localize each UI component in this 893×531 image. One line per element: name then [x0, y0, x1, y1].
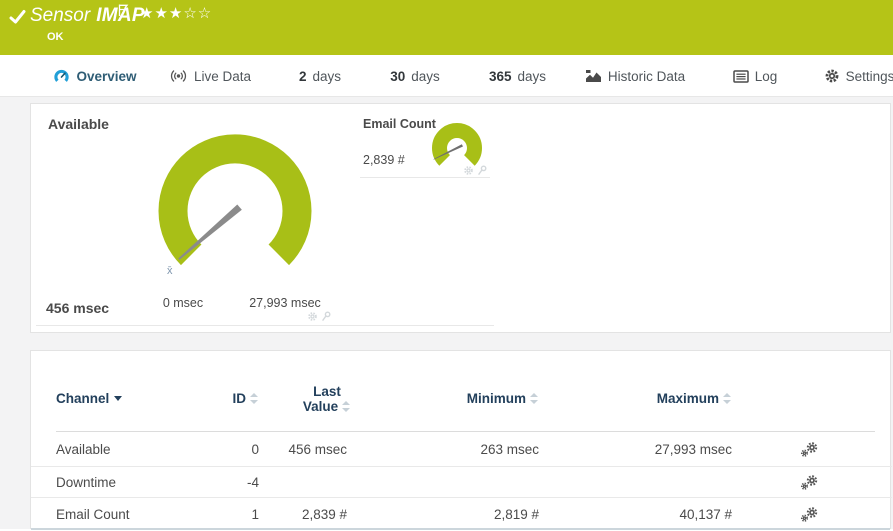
tab-label: Live Data — [193, 68, 252, 84]
tab-label: days — [517, 68, 547, 84]
tab-log[interactable]: Log — [720, 55, 790, 97]
maximum-cell: 27,993 msec — [654, 441, 732, 457]
log-icon — [732, 69, 749, 83]
channel-settings-button[interactable] — [789, 467, 829, 497]
tab-label: days — [312, 68, 342, 84]
last-value-cell: 2,839 # — [301, 507, 347, 522]
gauge-icon — [54, 69, 70, 82]
column-header-channel[interactable]: Channel — [56, 391, 123, 406]
flag-icon[interactable] — [118, 4, 129, 17]
column-header-id[interactable]: ID — [181, 391, 259, 406]
gauge-available-label: Available — [48, 116, 109, 132]
status-ok-check-icon — [9, 10, 26, 24]
status-badge: OK — [47, 31, 64, 43]
tab-365-days[interactable]: 365 days — [475, 55, 560, 97]
tab-historic-data[interactable]: Historic Data — [570, 55, 700, 97]
historic-data-icon — [585, 70, 601, 82]
minimum-cell — [421, 467, 539, 497]
tab-overview[interactable]: Overview — [30, 55, 160, 97]
tab-settings[interactable]: Settings — [820, 55, 893, 97]
average-marker: x̄ — [167, 265, 173, 277]
column-header-label: Maximum — [656, 391, 719, 406]
column-header-maximum[interactable]: Maximum — [613, 391, 732, 406]
tab-label: days — [411, 68, 440, 84]
column-header-label: Last — [313, 384, 341, 399]
gauge-email-count-value: 2,839 # — [363, 153, 405, 167]
tab-label: Historic Data — [607, 68, 686, 84]
tab-bar: Overview Live Data 2 days 30 days 365 da… — [0, 55, 893, 152]
live-data-icon — [170, 70, 186, 82]
gauge-email-count-label: Email Count — [363, 117, 436, 131]
tab-30-days[interactable]: 30 days — [375, 55, 455, 97]
channels-table-panel: Channel ID Last Value Minimum Maximum Ava… — [30, 350, 892, 531]
gauge-scale-min: 0 msec — [162, 296, 204, 310]
tab-label: Settings — [845, 68, 893, 84]
stars-empty: ☆☆ — [183, 5, 213, 22]
tab-num: 2 — [298, 68, 307, 84]
priority-stars[interactable]: ★★★☆☆ — [140, 4, 212, 22]
gauge-available-value: 456 msec — [46, 300, 110, 316]
column-header-label: Channel — [56, 391, 110, 406]
sort-icon — [342, 401, 351, 412]
tab-label: Log — [754, 68, 778, 84]
table-row: Downtime -4 — [31, 467, 892, 498]
sort-icon — [530, 393, 539, 404]
tab-num: 30 — [390, 68, 406, 84]
viewport-cut-line — [31, 528, 890, 530]
gauge-settings-icon[interactable] — [463, 165, 474, 176]
divider — [36, 325, 494, 326]
table-row: Available 0 456 msec 263 msec 27,993 mse… — [31, 432, 892, 467]
minimum-cell: 2,819 # — [493, 507, 539, 522]
table-row: Email Count 1 2,839 # 2,819 # 40,137 # — [31, 498, 892, 531]
channel-gears-icon — [800, 507, 818, 522]
channel-gears-icon — [800, 474, 818, 490]
maximum-cell: 40,137 # — [679, 507, 732, 522]
sensor-title-prefix: Sensor — [30, 5, 91, 26]
pin-icon[interactable] — [477, 165, 487, 176]
pin-icon[interactable] — [321, 311, 331, 322]
page-background: Available x̄ 456 msec 0 msec 27,993 msec… — [0, 97, 893, 531]
gauge-settings-icon[interactable] — [307, 311, 318, 322]
tab-live-data[interactable]: Live Data — [150, 55, 270, 97]
sort-icon — [250, 393, 259, 404]
channel-settings-button[interactable] — [789, 498, 829, 531]
settings-gear-icon — [825, 69, 839, 83]
last-value-cell — [247, 467, 347, 497]
channel-settings-button[interactable] — [789, 432, 829, 466]
minimum-cell: 263 msec — [480, 441, 539, 457]
maximum-cell — [613, 467, 732, 497]
divider — [360, 177, 490, 178]
column-header-label: Value — [302, 399, 339, 414]
column-header-minimum[interactable]: Minimum — [421, 391, 539, 406]
channel-gears-icon — [800, 441, 818, 457]
available-gauge: x̄ — [158, 134, 312, 277]
tab-label: Overview — [76, 68, 137, 84]
sort-icon — [723, 393, 732, 404]
gauge-scale-max: 27,993 msec — [249, 296, 321, 310]
gauge-email-count-tools — [463, 165, 487, 176]
tab-num: 365 — [488, 68, 512, 84]
column-header-label: Minimum — [466, 391, 526, 406]
column-header-last-value[interactable]: Last Value — [277, 384, 377, 414]
stars-filled: ★★★ — [140, 5, 184, 22]
tab-2-days[interactable]: 2 days — [285, 55, 355, 97]
sensor-header: Sensor IMAP ★★★☆☆ OK — [0, 0, 893, 55]
last-value-cell: 456 msec — [288, 441, 347, 457]
gauge-available-tools — [307, 311, 331, 322]
column-header-label: ID — [232, 391, 247, 406]
sort-caret-down-icon — [114, 396, 123, 401]
gauges-panel: Available x̄ 456 msec 0 msec 27,993 msec… — [30, 103, 891, 333]
